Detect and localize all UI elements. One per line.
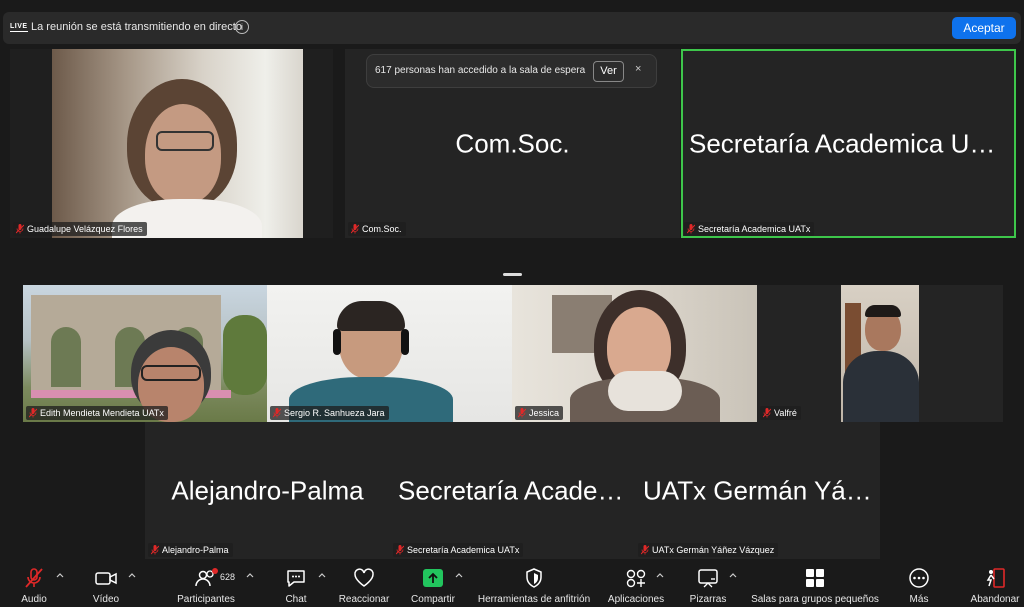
participant-display-name: Alejandro-Palma <box>171 475 364 505</box>
mic-muted-icon <box>687 224 695 234</box>
participant-name-label: Com.Soc. <box>348 222 406 236</box>
participant-video <box>512 285 757 422</box>
mic-muted-icon <box>763 408 771 418</box>
mic-muted-icon <box>273 408 281 418</box>
whiteboard-icon <box>698 569 718 588</box>
video-tile-edith[interactable]: Edith Mendieta Mendieta UATx <box>23 285 267 422</box>
waiting-room-message: 617 personas han accedido a la sala de e… <box>375 65 586 76</box>
chat-button[interactable]: Chat <box>276 560 316 607</box>
participant-video <box>267 285 512 422</box>
video-tile-secretaria-bottom[interactable]: Secretaría Academica UATx Secretaría Aca… <box>390 422 635 559</box>
mic-muted-icon <box>518 408 526 418</box>
mic-muted-icon <box>25 568 43 588</box>
video-tile-alejandro[interactable]: Alejandro-Palma Alejandro-Palma <box>145 422 390 559</box>
chat-bubble-icon <box>287 570 305 587</box>
close-icon[interactable]: × <box>635 63 641 75</box>
participant-display-name: Secretaría Academica UATx <box>398 475 635 505</box>
video-tile-valfre[interactable]: Valfré <box>757 285 1003 422</box>
apps-icon <box>626 569 646 588</box>
video-tile-secretaria-top[interactable]: Secretaría Academica UATx Secretaría Aca… <box>681 49 1016 238</box>
react-button[interactable]: Reaccionar <box>336 560 392 607</box>
mic-muted-icon <box>151 545 159 555</box>
heart-icon <box>354 568 374 587</box>
participant-name-label: Jessica <box>515 406 564 420</box>
chevron-up-icon[interactable] <box>318 572 326 580</box>
participant-display-name: Secretaría Academica UATx <box>689 128 1014 158</box>
mic-muted-icon <box>396 545 404 555</box>
chevron-up-icon[interactable] <box>246 572 254 580</box>
apps-button[interactable]: Aplicaciones <box>606 560 666 607</box>
audio-button[interactable]: Audio <box>14 560 54 607</box>
mic-muted-icon <box>351 224 359 234</box>
mic-muted-icon <box>16 224 24 234</box>
more-icon <box>909 568 929 588</box>
participant-video <box>23 285 267 422</box>
chevron-up-icon[interactable] <box>128 572 136 580</box>
view-waiting-room-button[interactable]: Ver <box>593 61 624 82</box>
chevron-up-icon[interactable] <box>729 572 737 580</box>
participant-name-label: Edith Mendieta Mendieta UATx <box>26 406 168 420</box>
participant-name-label: UATx Germán Yáñez Vázquez <box>638 543 779 557</box>
video-tile-german[interactable]: UATx Germán Yáñez Vázquez UATx Germán Yá… <box>635 422 880 559</box>
video-tile-sergio[interactable]: Sergio R. Sanhueza Jara <box>267 285 512 422</box>
more-button[interactable]: Más <box>900 560 938 607</box>
participants-count: 628 <box>220 572 236 582</box>
mic-muted-icon <box>29 408 37 418</box>
chevron-up-icon[interactable] <box>455 572 463 580</box>
info-icon[interactable]: i <box>235 20 249 34</box>
resize-handle[interactable] <box>503 273 522 276</box>
video-button[interactable]: Vídeo <box>86 560 126 607</box>
whiteboards-button[interactable]: Pizarras <box>686 560 730 607</box>
participant-video <box>52 49 303 238</box>
breakout-rooms-icon <box>806 569 824 587</box>
participant-name-label: Alejandro-Palma <box>148 543 233 557</box>
video-tile-jessica[interactable]: Jessica <box>512 285 757 422</box>
chevron-up-icon[interactable] <box>656 572 664 580</box>
chevron-up-icon[interactable] <box>56 572 64 580</box>
shield-icon <box>526 568 542 588</box>
live-stream-message: La reunión se está transmitiendo en dire… <box>31 21 242 33</box>
participant-name-label: Secretaría Academica UATx <box>684 222 815 236</box>
accept-button[interactable]: Aceptar <box>952 17 1016 39</box>
video-camera-icon <box>95 572 117 585</box>
breakout-rooms-button[interactable]: Salas para grupos pequeños <box>748 560 882 607</box>
mic-muted-icon <box>641 545 649 555</box>
participant-display-name: Com.Soc. <box>455 128 570 158</box>
participant-video <box>841 285 919 422</box>
host-tools-button[interactable]: Herramientas de anfitrión <box>474 560 594 607</box>
participant-name-label: Secretaría Academica UATx <box>393 543 524 557</box>
notification-dot <box>212 568 218 574</box>
video-tile-guadalupe[interactable]: Guadalupe Velázquez Flores <box>10 49 333 238</box>
leave-door-icon <box>986 568 1005 588</box>
waiting-room-notification: 617 personas han accedido a la sala de e… <box>366 54 657 88</box>
participant-name-label: Valfré <box>760 406 801 420</box>
live-stream-banner: LIVE La reunión se está transmitiendo en… <box>3 12 1021 44</box>
participant-name-label: Sergio R. Sanhueza Jara <box>270 406 389 420</box>
live-badge: LIVE <box>10 23 28 32</box>
participant-display-name: UATx Germán Yáñez Vázquez <box>643 475 880 505</box>
leave-button[interactable]: Abandonar <box>970 560 1020 607</box>
meeting-toolbar: Audio Vídeo 628 Participantes Chat Reacc… <box>0 560 1024 607</box>
participant-name-label: Guadalupe Velázquez Flores <box>13 222 147 236</box>
participants-button[interactable]: 628 Participantes <box>176 560 236 607</box>
share-screen-button[interactable]: Compartir <box>408 560 458 607</box>
share-screen-icon <box>423 569 443 587</box>
